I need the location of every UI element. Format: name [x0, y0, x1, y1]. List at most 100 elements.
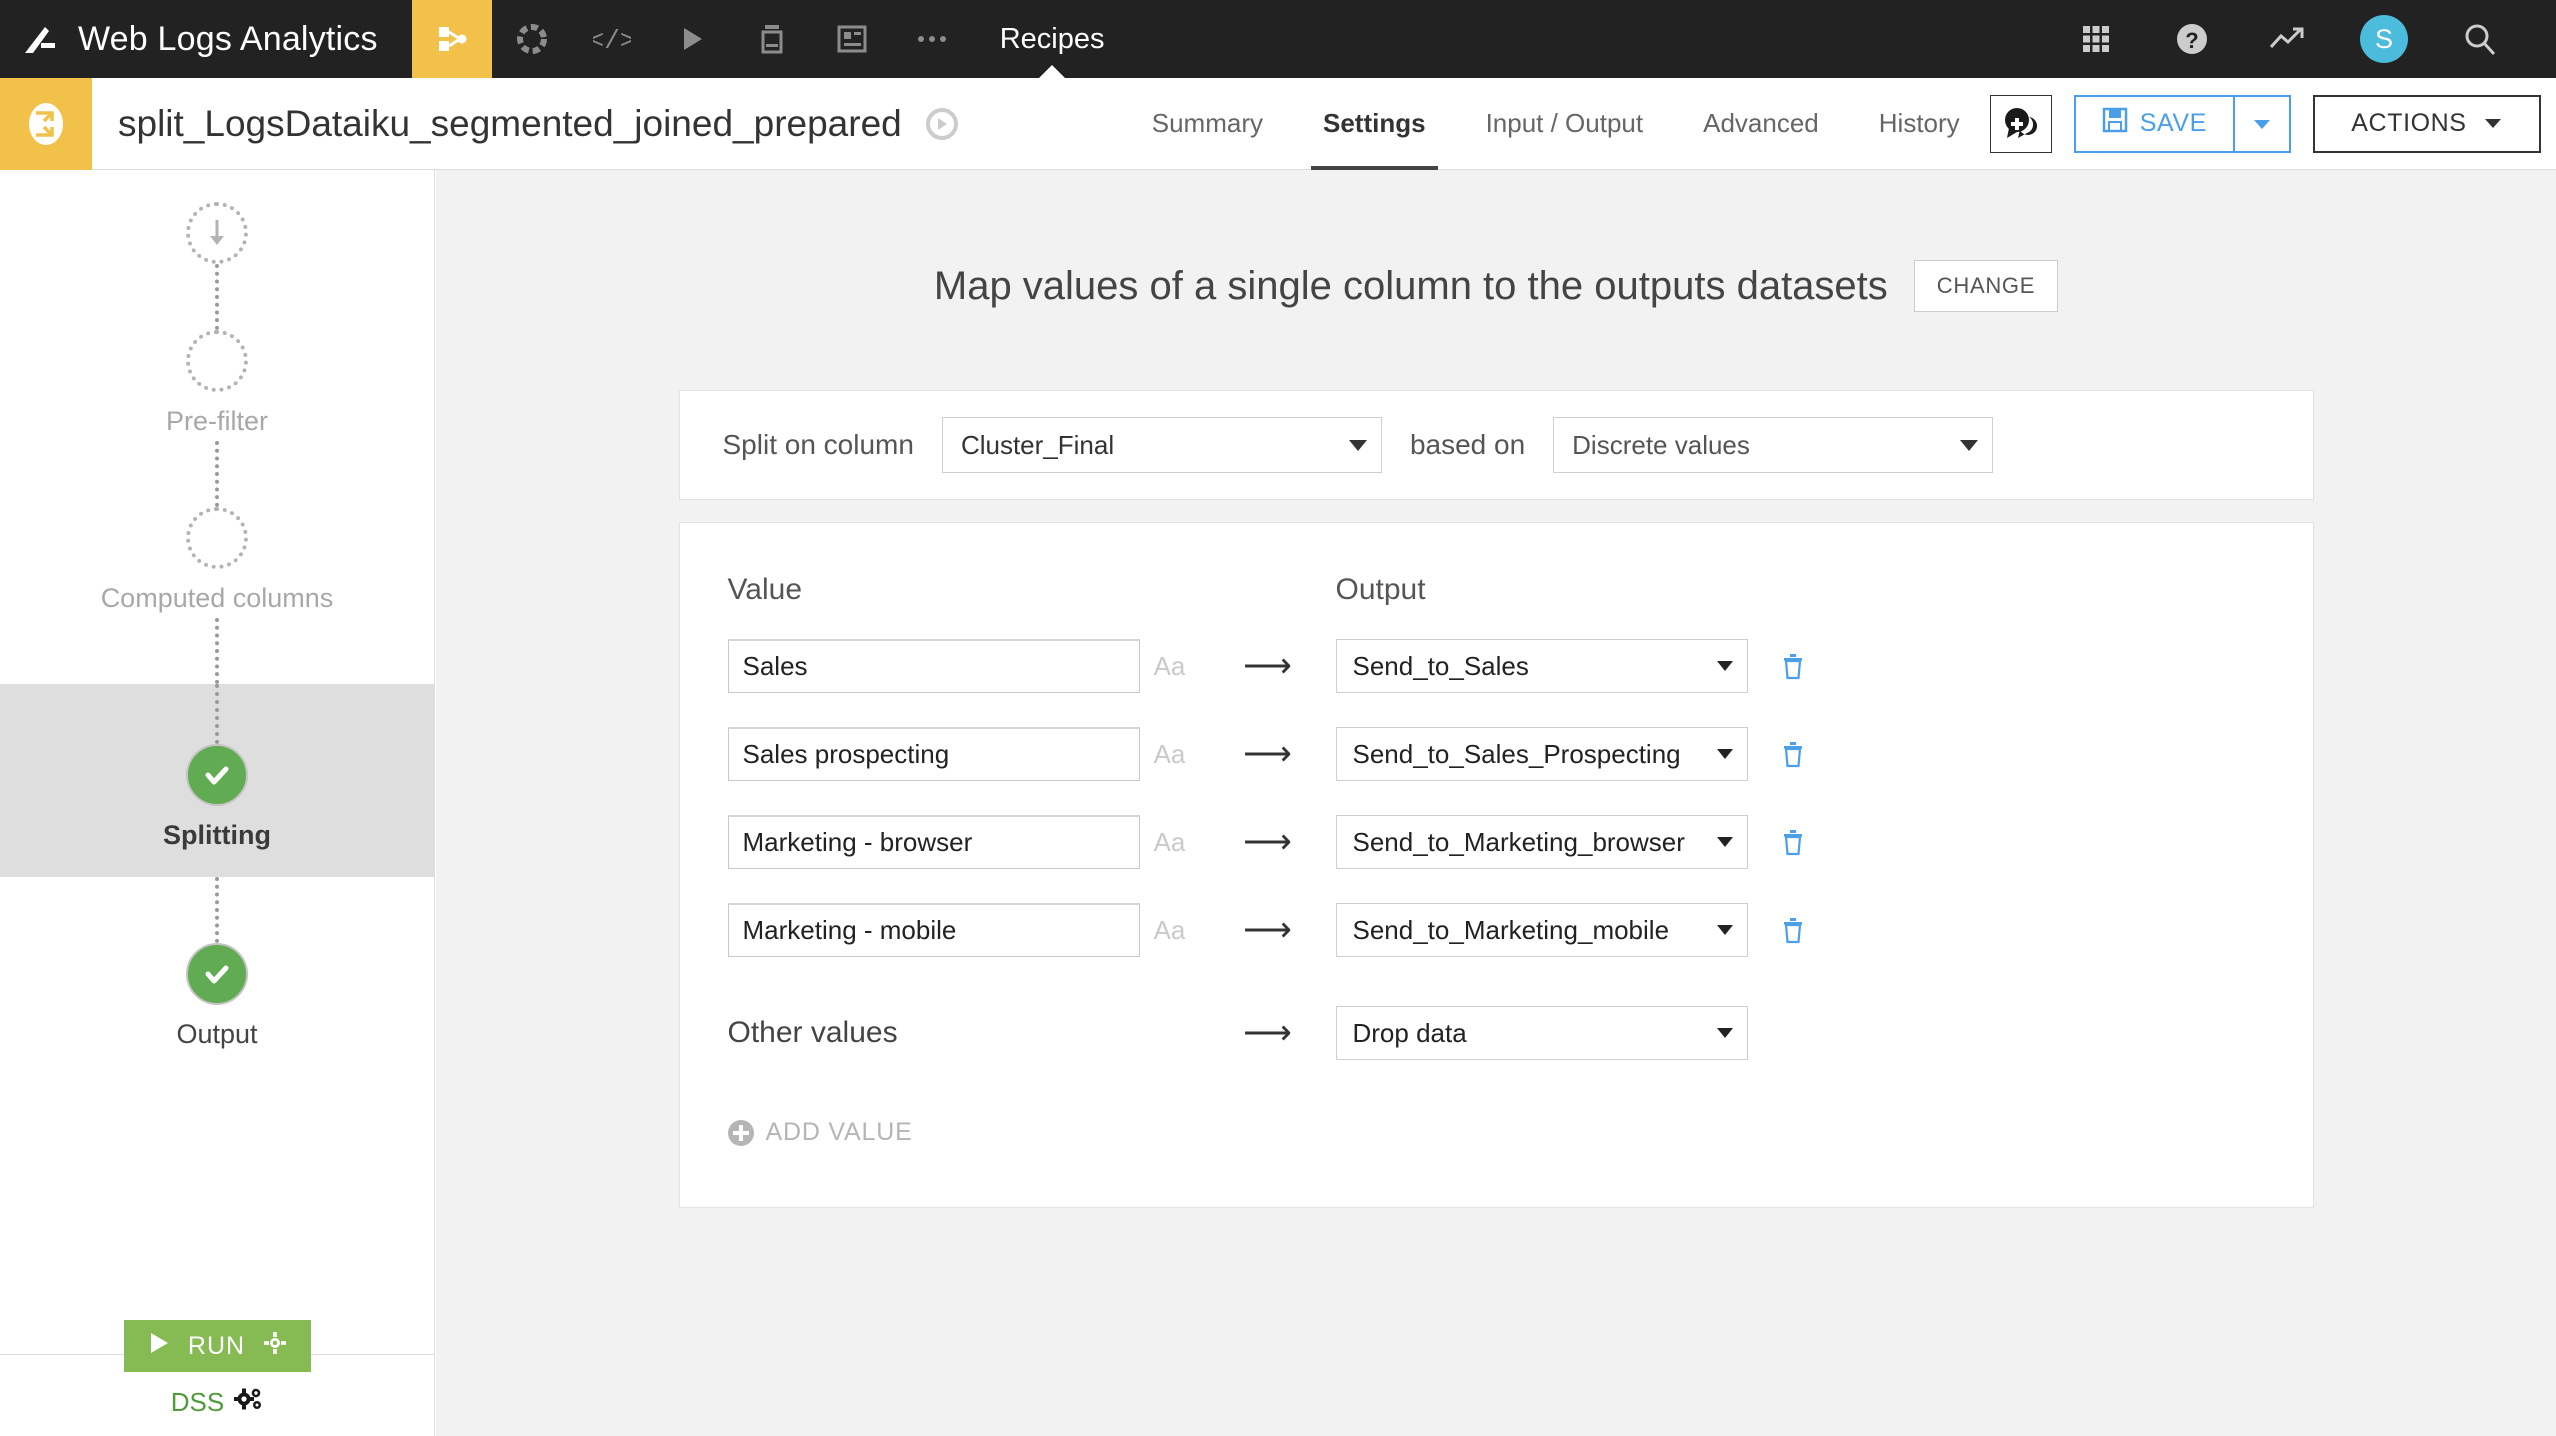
sidebar-step-label-splitting: Splitting	[163, 820, 271, 855]
tab-advanced[interactable]: Advanced	[1673, 78, 1849, 170]
save-button-group: SAVE	[2074, 95, 2291, 153]
sidebar-step-input[interactable]	[0, 202, 434, 264]
chevron-down-icon	[2483, 117, 2503, 130]
topbar-right-group: ? S	[2048, 0, 2556, 78]
actions-button[interactable]: ACTIONS	[2313, 95, 2541, 153]
nav-dataset-circle-icon[interactable]	[492, 0, 572, 78]
value-input[interactable]	[728, 727, 1140, 781]
change-mode-button[interactable]: CHANGE	[1914, 260, 2058, 312]
search-icon[interactable]	[2432, 0, 2528, 78]
based-on-select[interactable]: Discrete values	[1553, 417, 1993, 473]
output-dataset-value: Send_to_Sales_Prospecting	[1353, 739, 1681, 770]
split-configuration-panel: Split on column Cluster_Final based on D…	[679, 390, 2314, 500]
sidebar-step-label-pre-filter: Pre-filter	[166, 406, 268, 441]
project-name[interactable]: Web Logs Analytics	[78, 20, 412, 59]
gear-icon[interactable]	[263, 1331, 287, 1362]
table-row: Aa ⟶ Send_to_Marketing_mobile	[680, 901, 2313, 959]
sidebar-step-label-output: Output	[176, 1019, 257, 1054]
text-type-icon[interactable]: Aa	[1140, 739, 1200, 770]
value-input[interactable]	[728, 903, 1140, 957]
other-values-label: Other values	[728, 1016, 1200, 1050]
nav-dashboard-icon[interactable]	[812, 0, 892, 78]
mapping-table-header: Value Output	[680, 573, 2313, 607]
maps-to-arrow-icon: ⟶	[1200, 646, 1336, 686]
gears-icon	[234, 1386, 264, 1419]
output-dataset-select[interactable]: Send_to_Marketing_browser	[1336, 815, 1748, 869]
delete-row-button[interactable]	[1748, 916, 1838, 944]
nav-run-triangle-icon[interactable]	[652, 0, 732, 78]
sidebar-step-splitting[interactable]: Splitting	[0, 684, 434, 877]
step-connector	[215, 618, 219, 684]
split-recipe-icon	[0, 78, 92, 170]
help-question-icon[interactable]: ?	[2144, 0, 2240, 78]
dataiku-bird-logo-icon[interactable]	[0, 0, 78, 78]
chevron-down-icon	[2252, 117, 2272, 131]
run-button[interactable]: RUN	[124, 1320, 311, 1372]
apps-grid-icon[interactable]	[2048, 0, 2144, 78]
avatar-initial: S	[2360, 15, 2408, 63]
delete-row-button[interactable]	[1748, 828, 1838, 856]
nav-more-ellipsis-icon[interactable]	[892, 0, 972, 78]
add-value-button[interactable]: ADD VALUE	[680, 1118, 2313, 1147]
recipe-steps-list: Pre-filter Computed columns Splitting	[0, 170, 434, 1355]
chevron-down-icon	[1717, 661, 1733, 671]
save-button[interactable]: SAVE	[2074, 95, 2235, 153]
text-type-icon[interactable]: Aa	[1140, 827, 1200, 858]
recipe-name-title[interactable]: split_LogsDataiku_segmented_joined_prepa…	[92, 103, 902, 145]
delete-row-button[interactable]	[1748, 652, 1838, 680]
tab-input-output[interactable]: Input / Output	[1456, 78, 1674, 170]
split-on-column-label: Split on column	[723, 429, 914, 461]
column-header-value: Value	[728, 573, 1200, 607]
recipe-steps-sidebar: Pre-filter Computed columns Splitting	[0, 170, 435, 1436]
output-dataset-select[interactable]: Send_to_Marketing_mobile	[1336, 903, 1748, 957]
table-row: Aa ⟶ Send_to_Marketing_browser	[680, 813, 2313, 871]
chevron-down-icon	[1717, 1028, 1733, 1038]
save-button-label: SAVE	[2140, 109, 2207, 138]
value-input[interactable]	[728, 639, 1140, 693]
play-icon	[148, 1331, 170, 1362]
nav-lab-jar-icon[interactable]	[732, 0, 812, 78]
step-check-icon	[186, 744, 248, 806]
recipes-caret-indicator	[1039, 65, 1065, 78]
tab-history[interactable]: History	[1849, 78, 1990, 170]
recipes-menu[interactable]: Recipes	[972, 0, 1133, 78]
maps-to-arrow-icon: ⟶	[1200, 910, 1336, 950]
save-dropdown-button[interactable]	[2235, 95, 2291, 153]
step-connector	[215, 264, 219, 330]
sidebar-step-pre-filter[interactable]: Pre-filter	[0, 330, 434, 441]
step-check-icon	[186, 943, 248, 1005]
output-dataset-select[interactable]: Send_to_Sales_Prospecting	[1336, 727, 1748, 781]
tab-summary[interactable]: Summary	[1122, 78, 1293, 170]
user-avatar[interactable]: S	[2336, 0, 2432, 78]
value-input[interactable]	[728, 815, 1140, 869]
column-header-output: Output	[1336, 573, 1816, 607]
maps-to-arrow-icon: ⟶	[1200, 734, 1336, 774]
chevron-down-icon	[1349, 440, 1367, 451]
run-button-label: RUN	[188, 1332, 245, 1361]
actions-button-label: ACTIONS	[2351, 109, 2466, 138]
table-row: Aa ⟶ Send_to_Sales	[680, 637, 2313, 695]
step-connector	[215, 877, 219, 943]
trending-chart-icon[interactable]	[2240, 0, 2336, 78]
recipe-status-icon[interactable]	[922, 104, 962, 144]
text-type-icon[interactable]: Aa	[1140, 915, 1200, 946]
discussions-icon[interactable]	[1990, 95, 2052, 153]
chevron-down-icon	[1717, 749, 1733, 759]
add-value-label: ADD VALUE	[766, 1118, 913, 1147]
nav-code-icon[interactable]: </>	[572, 0, 652, 78]
delete-row-button[interactable]	[1748, 740, 1838, 768]
step-node-empty-icon	[186, 507, 248, 569]
engine-selector[interactable]: DSS	[171, 1386, 264, 1419]
tab-settings[interactable]: Settings	[1293, 78, 1456, 170]
split-column-select[interactable]: Cluster_Final	[942, 417, 1382, 473]
sidebar-step-computed-columns[interactable]: Computed columns	[0, 507, 434, 618]
other-values-output-select[interactable]: Drop data	[1336, 1006, 1748, 1060]
sidebar-step-output[interactable]: Output	[0, 943, 434, 1054]
value-mapping-panel: Value Output Aa ⟶ Send_to_Sales Aa	[679, 522, 2314, 1208]
nav-flow-icon[interactable]	[412, 0, 492, 78]
chevron-down-icon	[1960, 440, 1978, 451]
output-dataset-select[interactable]: Send_to_Sales	[1336, 639, 1748, 693]
top-navigation-bar: Web Logs Analytics </>	[0, 0, 2556, 78]
output-dataset-value: Send_to_Sales	[1353, 651, 1529, 682]
text-type-icon[interactable]: Aa	[1140, 651, 1200, 682]
